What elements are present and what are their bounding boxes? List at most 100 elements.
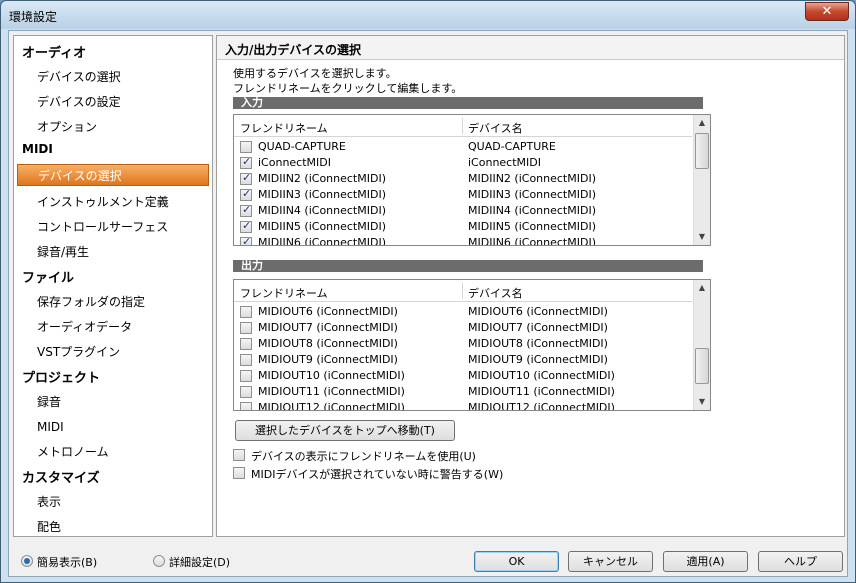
radio-button[interactable] — [21, 555, 33, 567]
output-device-list[interactable]: フレンドリネーム デバイス名 MIDIOUT6 (iConnectMIDI) MI… — [233, 279, 711, 411]
device-name-cell: MIDIOUT11 (iConnectMIDI) — [468, 385, 615, 398]
apply-button[interactable]: 適用(A) — [663, 551, 748, 572]
column-friendly-name[interactable]: フレンドリネーム — [240, 120, 328, 136]
device-checkbox[interactable] — [240, 338, 252, 350]
column-friendly-name[interactable]: フレンドリネーム — [240, 285, 328, 301]
sidebar-item-recording[interactable]: 録音 — [17, 391, 209, 413]
device-name-cell: MIDIIN4 (iConnectMIDI) — [468, 204, 596, 217]
sidebar-category-audio[interactable]: オーディオ — [22, 42, 86, 61]
scroll-up-icon[interactable]: ▲ — [694, 115, 710, 131]
friendly-name-cell[interactable]: MIDIOUT9 (iConnectMIDI) — [258, 353, 398, 366]
close-button[interactable]: ✕ — [805, 2, 849, 21]
device-checkbox[interactable] — [240, 386, 252, 398]
sidebar-item-color-scheme[interactable]: 配色 — [17, 516, 209, 538]
settings-sidebar: オーディオ デバイスの選択 デバイスの設定 オプション MIDI デバイスの選択… — [13, 35, 213, 537]
preferences-window: 環境設定 ✕ オーディオ デバイスの選択 デバイスの設定 オプション MIDI … — [0, 0, 856, 583]
sidebar-item-display[interactable]: 表示 — [17, 491, 209, 513]
sidebar-item-audio-data[interactable]: オーディオデータ — [17, 316, 209, 338]
list-item[interactable]: iConnectMIDI iConnectMIDI — [234, 155, 692, 171]
radio-label: 詳細設定(D) — [169, 556, 231, 569]
friendly-name-cell[interactable]: MIDIOUT7 (iConnectMIDI) — [258, 321, 398, 334]
device-checkbox[interactable] — [240, 155, 252, 169]
device-name-cell: MIDIIN5 (iConnectMIDI) — [468, 220, 596, 233]
list-item[interactable]: MIDIOUT12 (iConnectMIDI) MIDIOUT12 (iConn… — [234, 400, 692, 410]
output-list-header: フレンドリネーム デバイス名 — [234, 280, 692, 302]
ok-button[interactable]: OK — [474, 551, 559, 572]
option-label: MIDIデバイスが選択されていない時に警告する(W) — [251, 468, 504, 481]
device-checkbox[interactable] — [240, 402, 252, 410]
list-item[interactable]: MIDIOUT8 (iConnectMIDI) MIDIOUT8 (iConnec… — [234, 336, 692, 352]
description-line-2: フレンドリネームをクリックして編集します。 — [233, 82, 463, 95]
radio-label: 簡易表示(B) — [37, 556, 98, 569]
checkbox[interactable] — [233, 467, 245, 479]
cancel-button[interactable]: キャンセル — [568, 551, 653, 572]
checkbox[interactable] — [233, 449, 245, 461]
sidebar-item-record-play[interactable]: 録音/再生 — [17, 241, 209, 263]
scroll-thumb[interactable] — [695, 348, 709, 384]
column-separator — [462, 118, 463, 134]
friendly-name-cell[interactable]: MIDIIN6 (iConnectMIDI) — [258, 236, 386, 245]
sidebar-item-midi-device-select[interactable]: デバイスの選択 — [17, 164, 209, 186]
list-item[interactable]: MIDIIN4 (iConnectMIDI) MIDIIN4 (iConnectM… — [234, 203, 692, 219]
device-checkbox[interactable] — [240, 187, 252, 201]
column-device-name[interactable]: デバイス名 — [468, 120, 523, 136]
move-to-top-button[interactable]: 選択したデバイスをトップへ移動(T) — [235, 420, 455, 441]
friendly-name-cell[interactable]: QUAD-CAPTURE — [258, 140, 346, 153]
list-item[interactable]: MIDIIN6 (iConnectMIDI) MIDIIN6 (iConnectM… — [234, 235, 692, 245]
option-label: デバイスの表示にフレンドリネームを使用(U) — [251, 450, 476, 463]
device-checkbox[interactable] — [240, 354, 252, 366]
device-checkbox[interactable] — [240, 306, 252, 318]
output-list-scrollbar[interactable]: ▲ ▼ — [693, 280, 710, 410]
sidebar-item-metronome[interactable]: メトロノーム — [17, 441, 209, 463]
friendly-name-cell[interactable]: MIDIOUT10 (iConnectMIDI) — [258, 369, 405, 382]
device-checkbox[interactable] — [240, 370, 252, 382]
device-checkbox[interactable] — [240, 141, 252, 153]
list-item[interactable]: MIDIIN5 (iConnectMIDI) MIDIIN5 (iConnectM… — [234, 219, 692, 235]
column-device-name[interactable]: デバイス名 — [468, 285, 523, 301]
sidebar-item-control-surface[interactable]: コントロールサーフェス — [17, 216, 209, 238]
friendly-name-cell[interactable]: MIDIIN2 (iConnectMIDI) — [258, 172, 386, 185]
sidebar-item-save-folder[interactable]: 保存フォルダの指定 — [17, 291, 209, 313]
sidebar-category-project[interactable]: プロジェクト — [22, 367, 100, 386]
input-list-scrollbar[interactable]: ▲ ▼ — [693, 115, 710, 245]
scroll-thumb[interactable] — [695, 133, 709, 169]
sidebar-category-midi[interactable]: MIDI — [22, 142, 53, 156]
friendly-name-cell[interactable]: MIDIIN5 (iConnectMIDI) — [258, 220, 386, 233]
sidebar-item-instrument-definition[interactable]: インストゥルメント定義 — [17, 191, 209, 213]
device-checkbox[interactable] — [240, 235, 252, 245]
friendly-name-cell[interactable]: MIDIOUT12 (iConnectMIDI) — [258, 401, 405, 410]
device-checkbox[interactable] — [240, 171, 252, 185]
device-name-cell: MIDIOUT8 (iConnectMIDI) — [468, 337, 608, 350]
sidebar-item-vst-plugin[interactable]: VSTプラグイン — [17, 341, 209, 363]
title-bar[interactable]: 環境設定 ✕ — [1, 1, 855, 29]
radio-button[interactable] — [153, 555, 165, 567]
sidebar-item-audio-device-settings[interactable]: デバイスの設定 — [17, 91, 209, 113]
list-item[interactable]: MIDIOUT11 (iConnectMIDI) MIDIOUT11 (iConn… — [234, 384, 692, 400]
sidebar-category-file[interactable]: ファイル — [22, 267, 74, 286]
sidebar-category-customize[interactable]: カスタマイズ — [22, 467, 100, 486]
friendly-name-cell[interactable]: MIDIOUT6 (iConnectMIDI) — [258, 305, 398, 318]
friendly-name-cell[interactable]: MIDIOUT11 (iConnectMIDI) — [258, 385, 405, 398]
list-item[interactable]: MIDIOUT7 (iConnectMIDI) MIDIOUT7 (iConnec… — [234, 320, 692, 336]
scroll-up-icon[interactable]: ▲ — [694, 280, 710, 296]
list-item[interactable]: MIDIIN2 (iConnectMIDI) MIDIIN2 (iConnectM… — [234, 171, 692, 187]
help-button[interactable]: ヘルプ — [758, 551, 843, 572]
sidebar-item-midi[interactable]: MIDI — [17, 416, 209, 438]
list-item[interactable]: QUAD-CAPTURE QUAD-CAPTURE — [234, 139, 692, 155]
friendly-name-cell[interactable]: MIDIIN4 (iConnectMIDI) — [258, 204, 386, 217]
friendly-name-cell[interactable]: MIDIOUT8 (iConnectMIDI) — [258, 337, 398, 350]
device-checkbox[interactable] — [240, 203, 252, 217]
list-item[interactable]: MIDIOUT6 (iConnectMIDI) MIDIOUT6 (iConnec… — [234, 304, 692, 320]
list-item[interactable]: MIDIIN3 (iConnectMIDI) MIDIIN3 (iConnectM… — [234, 187, 692, 203]
friendly-name-cell[interactable]: MIDIIN3 (iConnectMIDI) — [258, 188, 386, 201]
scroll-down-icon[interactable]: ▼ — [694, 229, 710, 245]
device-checkbox[interactable] — [240, 219, 252, 233]
list-item[interactable]: MIDIOUT9 (iConnectMIDI) MIDIOUT9 (iConnec… — [234, 352, 692, 368]
input-device-list[interactable]: フレンドリネーム デバイス名 QUAD-CAPTURE QUAD-CAPTURE i… — [233, 114, 711, 246]
sidebar-item-audio-options[interactable]: オプション — [17, 116, 209, 138]
scroll-down-icon[interactable]: ▼ — [694, 394, 710, 410]
sidebar-item-audio-device-select[interactable]: デバイスの選択 — [17, 66, 209, 88]
device-checkbox[interactable] — [240, 322, 252, 334]
friendly-name-cell[interactable]: iConnectMIDI — [258, 156, 331, 169]
list-item[interactable]: MIDIOUT10 (iConnectMIDI) MIDIOUT10 (iConn… — [234, 368, 692, 384]
